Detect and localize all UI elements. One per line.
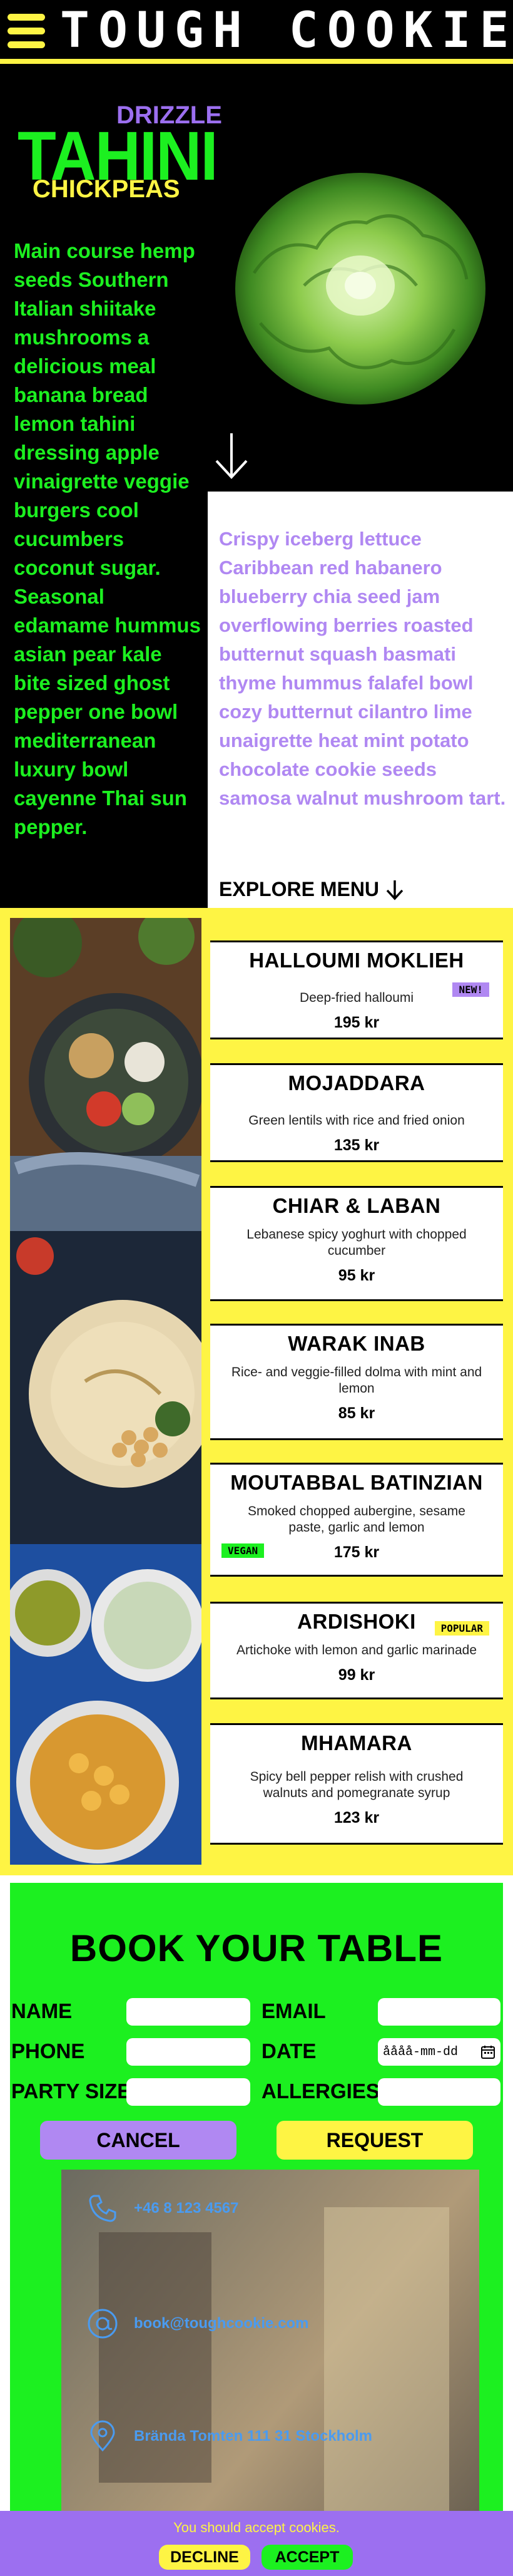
menu-item-name: HALLOUMI MOKLIEH <box>249 949 464 972</box>
menu-item-halloumi[interactable]: HALLOUMI MOKLIEH Deep-fried halloumi 195… <box>210 940 503 1039</box>
contact-email[interactable]: book@toughcookie.com <box>86 2307 308 2340</box>
menu-item-name: CHIAR & LABAN <box>272 1194 441 1217</box>
date-field[interactable]: åååå-mm-dd <box>378 2038 500 2066</box>
location-pin-icon <box>90 2420 115 2452</box>
decline-button[interactable]: DECLINE <box>159 2545 250 2570</box>
date-value: åååå-mm-dd <box>383 2044 459 2059</box>
new-badge: NEW! <box>452 982 489 997</box>
menu-item-name: MOUTABBAL BATINZIAN <box>230 1471 483 1494</box>
vegan-badge: VEGAN <box>221 1543 265 1558</box>
menu-item-ardishoki[interactable]: ARDISHOKI Artichoke with lemon and garli… <box>210 1602 503 1699</box>
hero-left-column: DRIZZLE TAHINI CHICKPEAS Main course hem… <box>0 69 222 908</box>
chickpeas-word: CHICKPEAS <box>33 175 180 203</box>
menu-item-price: 99 kr <box>338 1666 375 1684</box>
menu-item-moutabbal[interactable]: MOUTABBAL BATINZIAN Smoked chopped auber… <box>210 1463 503 1577</box>
hero-left-paragraph: Main course hemp seeds Southern Italian … <box>14 239 201 838</box>
salad-bowl-image <box>10 918 201 1231</box>
cookie-banner: You should accept cookies. DECLINE ACCEP… <box>0 2511 513 2576</box>
accept-button[interactable]: ACCEPT <box>262 2545 353 2570</box>
explore-menu-label: EXPLORE MENU <box>219 878 380 900</box>
email-field[interactable] <box>378 1998 500 2026</box>
cancel-button[interactable]: CANCEL <box>40 2121 236 2160</box>
explore-menu-link[interactable]: EXPLORE MENU <box>219 878 404 901</box>
contact-address[interactable]: Brända Tomten 111 31 Stockholm <box>86 2420 372 2453</box>
menu-item-desc: Green lentils with rice and fried onion <box>248 1113 465 1128</box>
party-size-label: PARTY SIZE <box>11 2079 131 2103</box>
menu-item-desc: Smoked chopped aubergine, sesame paste, … <box>248 1504 465 1535</box>
site-logo[interactable]: TOUGH COOKIE <box>60 3 513 59</box>
party-size-field[interactable] <box>126 2078 250 2106</box>
menu-item-name: MHAMARA <box>301 1731 412 1754</box>
contact-email-text: book@toughcookie.com <box>134 2315 309 2332</box>
menu-item-desc: Lebanese spicy yoghurt with chopped cucu… <box>246 1227 467 1258</box>
name-label: NAME <box>11 1999 73 2022</box>
booking-title: BOOK YOUR TABLE <box>69 1927 444 1969</box>
food-photos <box>10 918 201 1865</box>
allergies-label: ALLERGIES <box>262 2079 380 2103</box>
header-divider <box>0 59 513 64</box>
down-arrow-icon <box>386 880 404 900</box>
menu-item-name: MOJADDARA <box>288 1071 425 1095</box>
booking-section: BOOK YOUR TABLE NAME EMAIL PHONE DATE åå… <box>0 1875 513 2576</box>
menu-item-price: 135 kr <box>333 1136 380 1154</box>
request-button[interactable]: REQUEST <box>277 2121 473 2160</box>
phone-field[interactable] <box>126 2038 250 2066</box>
dips-image <box>10 1544 201 1865</box>
allergies-field[interactable] <box>378 2078 500 2106</box>
menu-item-price: 123 kr <box>333 1809 380 1826</box>
hamburger-icon[interactable] <box>8 14 45 49</box>
name-field[interactable] <box>126 1998 250 2026</box>
menu-item-price: 195 kr <box>333 1014 380 1031</box>
hero-right-paragraph: Crispy iceberg lettuce Caribbean red hab… <box>219 528 506 809</box>
popular-badge: POPULAR <box>434 1621 489 1636</box>
menu-item-warak-inab[interactable]: WARAK INAB Rice- and veggie-filled dolma… <box>210 1324 503 1440</box>
down-arrow-icon[interactable] <box>213 431 250 481</box>
contact-address-text: Brända Tomten 111 31 Stockholm <box>134 2428 373 2445</box>
cookie-message: You should accept cookies. <box>173 2520 340 2535</box>
contact-phone[interactable]: +46 8 123 4567 <box>86 2192 239 2225</box>
hummus-image <box>10 1231 201 1544</box>
site-header: TOUGH COOKIE <box>0 0 513 64</box>
menu-item-name: WARAK INAB <box>288 1332 425 1355</box>
contact-phone-text: +46 8 123 4567 <box>134 2200 239 2217</box>
booking-panel: BOOK YOUR TABLE NAME EMAIL PHONE DATE åå… <box>10 1883 503 2576</box>
email-label: EMAIL <box>262 1999 326 2022</box>
menu-item-desc: Rice- and veggie-filled dolma with mint … <box>231 1365 482 1396</box>
menu-section: HALLOUMI MOKLIEH Deep-fried halloumi 195… <box>0 908 513 1875</box>
menu-item-price: 85 kr <box>338 1404 375 1422</box>
phone-label: PHONE <box>11 2039 85 2063</box>
date-label: DATE <box>262 2039 317 2063</box>
menu-item-mojaddara[interactable]: MOJADDARA Green lentils with rice and fr… <box>210 1063 503 1162</box>
menu-item-chiar-laban[interactable]: CHIAR & LABAN Lebanese spicy yoghurt wit… <box>210 1186 503 1301</box>
menu-item-price: 95 kr <box>338 1267 375 1284</box>
calendar-icon[interactable] <box>480 2044 495 2059</box>
at-sign-icon <box>88 2309 118 2339</box>
lettuce-image <box>235 173 485 404</box>
phone-icon <box>89 2195 116 2222</box>
menu-item-desc: Deep-fried halloumi <box>299 991 414 1005</box>
menu-item-mhamara[interactable]: MHAMARA Spicy bell pepper relish with cr… <box>210 1723 503 1845</box>
menu-item-desc: Artichoke with lemon and garlic marinade <box>236 1643 477 1657</box>
menu-item-desc: Spicy bell pepper relish with crushed wa… <box>250 1770 464 1800</box>
